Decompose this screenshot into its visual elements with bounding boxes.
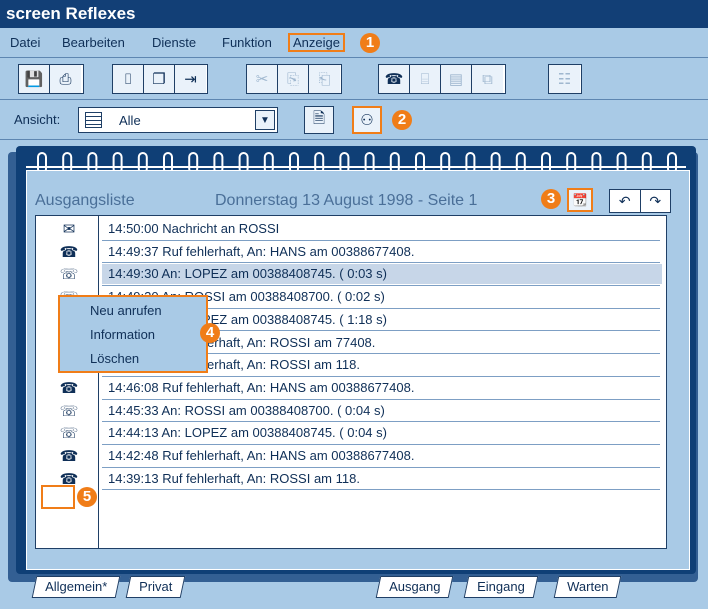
tab-eingang[interactable]: Eingang — [463, 576, 539, 598]
view-label: Ansicht: — [14, 112, 61, 127]
toolbar-group-props: ☷ — [548, 64, 582, 94]
context-menu: Neu anrufen Information Löschen 4 — [58, 295, 220, 373]
list-item-text: 14:42:48 Ruf fehlerhaft, An: HANS am 003… — [108, 448, 415, 463]
list-header: Ausgangsliste Donnerstag 13 August 1998 … — [27, 179, 691, 213]
list-item[interactable]: ☏ 14:45:33 An: ROSSI am 00388408700. ( 0:… — [36, 400, 666, 423]
list-item-text: 14:45:33 An: ROSSI am 00388408700. ( 0:0… — [108, 402, 385, 418]
list-item[interactable]: ☎ 14:39:13 Ruf fehlerhaft, An: ROSSI am 1… — [36, 468, 666, 491]
menu-anzeige[interactable]: Anzeige — [288, 33, 345, 52]
list-item[interactable]: ☎ 14:46:08 Ruf fehlerhaft, An: HANS am 00… — [36, 377, 666, 400]
list-title: Ausgangsliste — [35, 192, 135, 209]
properties-icon[interactable]: ☷ — [549, 65, 580, 93]
list-item-text: 14:46:08 Ruf fehlerhaft, An: HANS am 003… — [108, 379, 415, 395]
calendar-icon: 📆 — [572, 193, 588, 207]
menu-bar: Datei Bearbeiten Dienste Funktion Anzeig… — [0, 28, 708, 58]
fax-icon[interactable]: ⌷ — [113, 65, 144, 93]
toolbar-group-contacts: ☎ ⌸ ▤ ⧉ — [378, 64, 506, 94]
fax-disabled-icon[interactable]: ⌸ — [410, 65, 441, 93]
search-button[interactable]: ⚇ — [352, 106, 382, 134]
list-item[interactable]: ☏ 14:49:30 An: LOPEZ am 00388408745. ( 0:… — [36, 263, 666, 287]
list-item[interactable]: ☎ 14:42:48 Ruf fehlerhaft, An: HANS am 00… — [36, 445, 666, 468]
row-divider — [102, 489, 660, 491]
cut-icon[interactable]: ✂ — [247, 65, 278, 93]
menu-dienste[interactable]: Dienste — [152, 35, 196, 50]
list-item[interactable]: ☎ 14:49:37 Ruf fehlerhaft, An: HANS am 00… — [36, 241, 666, 264]
callout-badge-4: 4 — [200, 323, 220, 343]
context-menu-information[interactable]: Information — [90, 327, 155, 342]
save-icon[interactable]: 💾 — [19, 65, 50, 93]
list-item-text: 14:49:30 An: LOPEZ am 00388408745. ( 0:0… — [108, 266, 387, 282]
menu-funktion[interactable]: Funktion — [222, 35, 272, 50]
message-icon: ✉ — [62, 221, 76, 238]
phone-icon: ☎ — [59, 243, 79, 261]
copy-icon[interactable]: ⎘ — [278, 65, 309, 93]
list-item-text: 14:50:00 Nachricht an ROSSI — [108, 221, 280, 236]
highlight-row-icon — [41, 485, 75, 509]
menu-bearbeiten[interactable]: Bearbeiten — [62, 35, 125, 50]
list-item[interactable]: ☏ 14:44:13 An: LOPEZ am 00388408745. ( 0:… — [36, 422, 666, 445]
callout-badge-1: 1 — [360, 33, 380, 53]
list-item[interactable]: ✉ 14:50:00 Nachricht an ROSSI — [36, 218, 666, 241]
undo-icon[interactable]: ↶ — [610, 190, 641, 212]
context-menu-new-call[interactable]: Neu anrufen — [90, 303, 162, 318]
window-title: screen Reflexes — [0, 0, 708, 28]
callout-badge-5: 5 — [77, 487, 97, 507]
toolbar-group-edit: ✂ ⎘ ⎗ — [246, 64, 342, 94]
view-bar: Ansicht: Alle ▼ 🗎 ⚇ 2 — [0, 100, 708, 140]
list-item-text: 14:39:13 Ruf fehlerhaft, An: ROSSI am 11… — [108, 470, 360, 486]
cards-icon[interactable]: ⧉ — [472, 65, 503, 93]
context-menu-delete[interactable]: Löschen — [90, 351, 139, 366]
callout-badge-3: 3 — [541, 189, 561, 209]
phone-icon: ☎ — [59, 379, 79, 397]
tab-warten[interactable]: Warten — [553, 576, 622, 598]
phone-outline-icon: ☏ — [59, 425, 79, 443]
exit-icon[interactable]: ⇥ — [175, 65, 206, 93]
tab-privat[interactable]: Privat — [125, 576, 186, 598]
view-select-value: Alle — [119, 113, 141, 128]
list-date: Donnerstag 13 August 1998 - Seite 1 — [215, 192, 478, 209]
tab-ausgang[interactable]: Ausgang — [375, 576, 454, 598]
print-icon[interactable]: ⎙ — [50, 65, 81, 93]
calendar-button[interactable]: 📆 — [567, 188, 593, 212]
toolbar-group-file: 💾 ⎙ — [18, 64, 84, 94]
list-item-text: 14:44:13 An: LOPEZ am 00388408745. ( 0:0… — [108, 425, 387, 441]
phone-icon: ☎ — [59, 448, 79, 465]
call-list: ✉ 14:50:00 Nachricht an ROSSI ☎ 14:49:37 Ru… — [35, 215, 667, 549]
tab-allgemein[interactable]: Allgemein* — [31, 576, 121, 598]
chevron-down-icon[interactable]: ▼ — [255, 110, 275, 130]
tab-bar: Allgemein* Privat Ausgang Eingang Warten — [16, 574, 696, 604]
phone-outline-icon: ☏ — [59, 402, 79, 420]
copy-screen-icon[interactable]: ❐ — [144, 65, 175, 93]
main-toolbar: 💾 ⎙ ⌷ ❐ ⇥ ✂ ⎘ ⎗ ☎ ⌸ ▤ ⧉ ☷ — [0, 58, 708, 100]
phone-outline-icon: ☏ — [59, 266, 79, 284]
new-document-icon: 🗎 — [312, 109, 326, 127]
toolbar-group-screen: ⌷ ❐ ⇥ — [112, 64, 208, 94]
phone-icon[interactable]: ☎ — [379, 65, 410, 93]
list-item-text: 14:49:37 Ruf fehlerhaft, An: HANS am 003… — [108, 243, 415, 259]
view-select[interactable]: Alle ▼ — [78, 107, 278, 133]
menu-datei[interactable]: Datei — [10, 35, 40, 50]
undo-redo-group: ↶ ↷ — [609, 189, 671, 213]
redo-icon[interactable]: ↷ — [641, 190, 671, 212]
new-document-button[interactable]: 🗎 — [304, 106, 334, 134]
card-icon[interactable]: ▤ — [441, 65, 472, 93]
paste-icon[interactable]: ⎗ — [309, 65, 340, 93]
callout-badge-2: 2 — [392, 110, 412, 130]
binoculars-icon: ⚇ — [360, 112, 374, 129]
list-view-icon — [85, 112, 102, 128]
